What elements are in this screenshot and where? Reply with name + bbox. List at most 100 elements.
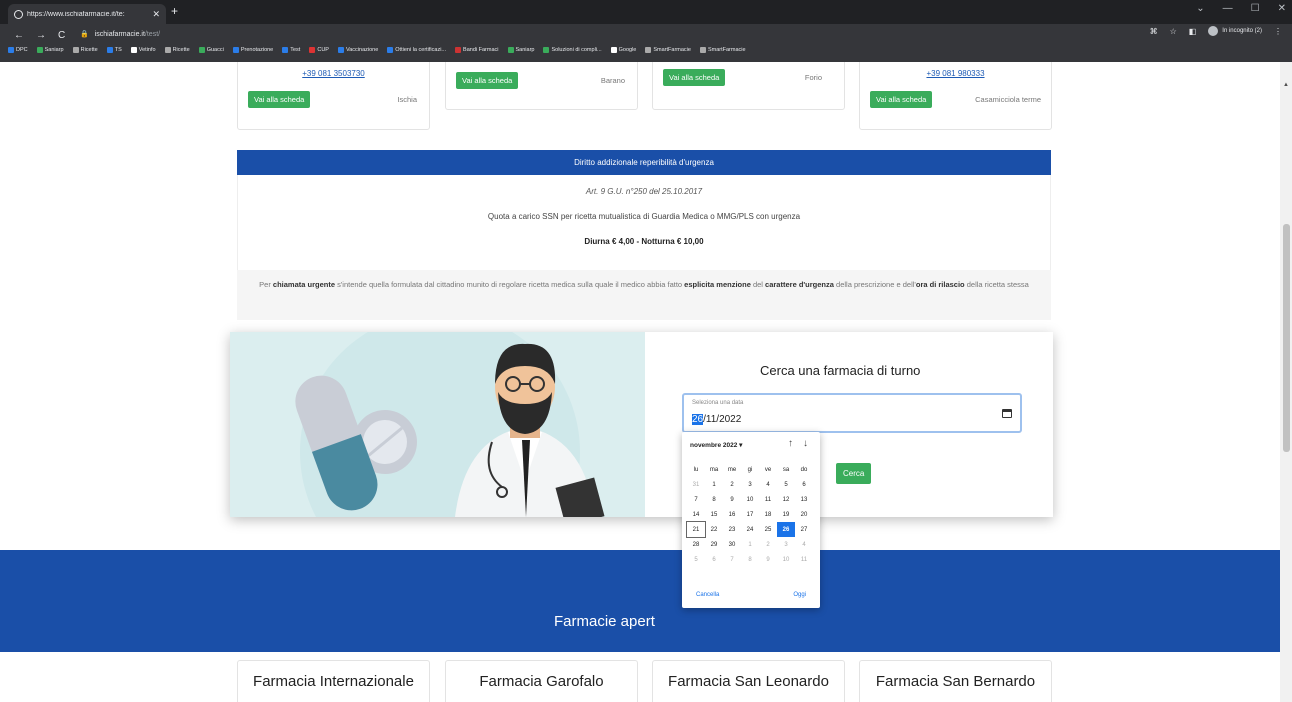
calendar-day[interactable]: 16 [723,507,741,522]
sidepanel-icon[interactable]: ◧ [1189,27,1197,36]
calendar-day[interactable]: 13 [795,492,813,507]
bookmark-item[interactable]: Ottieni la certificazi... [387,47,446,53]
bookmark-item[interactable]: Ricette [72,47,98,53]
bookmark-label: Vaccinazione [345,47,379,53]
calendar-day[interactable]: 31 [687,477,705,492]
bookmark-item[interactable]: Saniarp [36,47,64,53]
calendar-day[interactable]: 4 [759,477,777,492]
bookmark-item[interactable]: TS [106,47,122,53]
bookmark-item[interactable]: Vaccinazione [337,47,379,53]
pharmacy-phone[interactable]: +39 081 980333 [860,69,1051,78]
date-input[interactable]: Seleziona una data 26/11/2022 [682,393,1022,433]
vai-alla-scheda-button[interactable]: Vai alla scheda [870,91,933,108]
vai-alla-scheda-button[interactable]: Vai alla scheda [663,69,726,86]
calendar-day[interactable]: 6 [795,477,813,492]
bookmarks-bar: DPC Saniarp Ricette TS Vetinfo Ricette Guacci P… [8,47,746,53]
vai-alla-scheda-button[interactable]: Vai alla scheda [248,91,311,108]
calendar-day[interactable]: 10 [741,492,759,507]
pharmacy-town: Casamicciola terme [975,95,1041,104]
browser-toolbar: ← → C 🔒 ischiafarmacie.it/test/ ⌘ ☆ ◧ In… [0,24,1292,62]
calendar-day[interactable]: 4 [795,537,813,552]
calendar-day[interactable]: 5 [687,552,705,567]
cerca-button[interactable]: Cerca [836,463,872,484]
calendar-day[interactable]: 28 [687,537,705,552]
bookmark-item[interactable]: SmartFarmacie [699,47,746,53]
calendar-day[interactable]: 1 [741,537,759,552]
next-month-icon[interactable]: ↓ [803,438,808,449]
calendar-day[interactable]: 27 [795,522,813,537]
close-window-icon[interactable]: ✕ [1278,3,1286,14]
calendar-day[interactable]: 18 [759,507,777,522]
bookmark-item[interactable]: Prenotazione [232,47,273,53]
calendar-day[interactable]: 1 [705,477,723,492]
vai-alla-scheda-button[interactable]: Vai alla scheda [456,72,519,89]
calendar-day[interactable]: 8 [741,552,759,567]
calendar-day[interactable]: 6 [705,552,723,567]
calendar-day[interactable]: 8 [705,492,723,507]
calendar-day[interactable]: 19 [777,507,795,522]
calendar-day[interactable]: 15 [705,507,723,522]
calendar-day[interactable]: 22 [705,522,723,537]
calendar-day[interactable]: 3 [741,477,759,492]
bookmark-item[interactable]: Test [282,47,300,53]
bookmark-item[interactable]: CUP [309,47,329,53]
browser-tab[interactable]: https://www.ischiafarmacie.it/te: ✕ [8,4,166,24]
bookmark-item[interactable]: Saniarp [507,47,534,53]
scrollbar[interactable]: ▲ [1280,62,1292,702]
maximize-icon[interactable]: ☐ [1251,3,1260,14]
calendar-day[interactable]: 25 [759,522,777,537]
calendar-day[interactable]: 29 [705,537,723,552]
address-bar[interactable]: 🔒 ischiafarmacie.it/test/ [80,27,1200,41]
calendar-day[interactable]: 7 [723,552,741,567]
calendar-day[interactable]: 2 [723,477,741,492]
bookmark-item[interactable]: Ricette [164,47,190,53]
calendar-day[interactable]: 9 [759,552,777,567]
bookmark-item[interactable]: DPC [8,47,28,53]
pharmacy-phone[interactable]: +39 081 3503730 [238,69,429,78]
bookmark-item[interactable]: SmartFarmacie [645,47,691,53]
calendar-day[interactable]: 20 [795,507,813,522]
bookmark-item[interactable]: Bandi Farmaci [455,47,499,53]
translate-icon[interactable]: ⌘ [1150,27,1158,36]
calendar-day[interactable]: 12 [777,492,795,507]
bookmark-item[interactable]: Guacci [198,47,224,53]
calendar-day[interactable]: 14 [687,507,705,522]
calendar-day[interactable]: 3 [777,537,795,552]
calendar-day[interactable]: 26 [777,522,795,537]
tab-search-icon[interactable]: ⌄ [1196,3,1204,14]
close-tab-icon[interactable]: ✕ [152,9,160,20]
note-text: della prescrizione e dell' [833,280,916,289]
new-tab-icon[interactable]: + [171,4,178,18]
calendar-day[interactable]: 7 [687,492,705,507]
forward-icon[interactable]: → [36,30,46,41]
calendar-day[interactable]: 21 [686,521,706,538]
reload-icon[interactable]: C [58,30,65,41]
calendar-day[interactable]: 2 [759,537,777,552]
calendar-day[interactable]: 30 [723,537,741,552]
bookmark-item[interactable]: Soluzioni di compli... [543,47,602,53]
minimize-icon[interactable]: — [1223,3,1233,14]
back-icon[interactable]: ← [14,30,24,41]
star-icon[interactable]: ☆ [1170,27,1177,36]
bookmark-label: SmartFarmacie [653,47,691,53]
calendar-day[interactable]: 10 [777,552,795,567]
cancel-button[interactable]: Cancella [696,592,719,598]
picker-month-select[interactable]: novembre 2022 ▾ [690,441,742,449]
bookmark-item[interactable]: Vetinfo [130,47,156,53]
calendar-day[interactable]: 9 [723,492,741,507]
bookmark-label: Ricette [80,47,98,53]
calendar-day[interactable]: 11 [795,552,813,567]
scroll-up-icon[interactable]: ▲ [1283,82,1289,88]
calendar-day[interactable]: 11 [759,492,777,507]
calendar-day[interactable]: 17 [741,507,759,522]
menu-icon[interactable]: ⋮ [1274,27,1282,36]
calendar-day[interactable]: 23 [723,522,741,537]
prev-month-icon[interactable]: ↑ [788,438,793,449]
calendar-day[interactable]: 5 [777,477,795,492]
bookmark-item[interactable]: Google [610,47,636,53]
calendar-icon[interactable] [1002,409,1012,418]
scrollbar-thumb[interactable] [1283,224,1290,452]
today-button[interactable]: Oggi [793,592,806,598]
calendar-day[interactable]: 24 [741,522,759,537]
incognito-indicator[interactable]: In incognito (2) [1208,26,1262,36]
